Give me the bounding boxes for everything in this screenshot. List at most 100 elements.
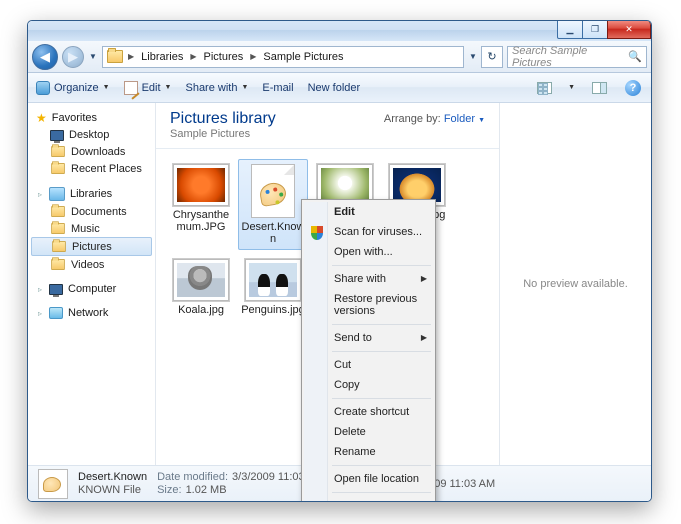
- ctx-share-with[interactable]: Share with▶: [304, 269, 433, 289]
- sidebar-item-pictures[interactable]: Pictures: [31, 237, 152, 256]
- organize-icon: [36, 81, 50, 95]
- star-icon: ★: [36, 111, 47, 125]
- file-thumbnail: [251, 164, 295, 218]
- search-input[interactable]: Search Sample Pictures 🔍: [507, 46, 647, 68]
- expand-icon[interactable]: ▹: [36, 190, 44, 199]
- folder-icon: [51, 223, 65, 234]
- expand-icon[interactable]: ▹: [36, 309, 44, 318]
- computer-group[interactable]: ▹Computer: [28, 281, 155, 297]
- search-placeholder: Search Sample Pictures: [512, 45, 628, 69]
- ctx-scan[interactable]: Scan for viruses...: [304, 222, 433, 242]
- address-dropdown[interactable]: ▼: [468, 52, 478, 61]
- file-thumbnail: [173, 259, 229, 301]
- sidebar-item-recent[interactable]: Recent Places: [28, 160, 155, 177]
- file-thumbnail: [245, 259, 301, 301]
- share-label: Share with: [185, 82, 237, 94]
- ctx-label: Send to: [334, 332, 372, 344]
- new-folder-button[interactable]: New folder: [308, 82, 361, 94]
- organize-menu[interactable]: Organize ▼: [36, 81, 110, 95]
- libraries-group[interactable]: ▹ Libraries: [28, 185, 155, 203]
- refresh-button[interactable]: ↻: [481, 46, 503, 68]
- file-thumbnail: [173, 164, 229, 206]
- sidebar-item-desktop[interactable]: Desktop: [28, 127, 155, 143]
- chevron-down-icon[interactable]: ▼: [568, 84, 575, 91]
- sidebar-item-music[interactable]: Music: [28, 220, 155, 237]
- libraries-label: Libraries: [70, 188, 112, 200]
- ctx-edit[interactable]: Edit: [304, 202, 433, 222]
- folder-icon: [107, 50, 123, 63]
- folder-icon: [51, 206, 65, 217]
- expand-icon[interactable]: ▹: [36, 285, 44, 294]
- nav-bar: ◀ ▶ ▼ ▶ Libraries ▶ Pictures ▶ Sample Pi…: [28, 41, 651, 73]
- email-button[interactable]: E-mail: [262, 82, 293, 94]
- sidebar-item-downloads[interactable]: Downloads: [28, 143, 155, 160]
- file-item[interactable]: Koala.jpg: [166, 254, 236, 321]
- sidebar-item-label: Videos: [71, 259, 104, 271]
- organize-label: Organize: [54, 82, 99, 94]
- preview-pane-icon: [592, 82, 607, 94]
- file-name: Penguins.jpg: [241, 304, 305, 316]
- network-group[interactable]: ▹Network: [28, 305, 155, 321]
- submenu-arrow-icon: ▶: [421, 274, 427, 283]
- details-filename: Desert.Known: [78, 471, 147, 483]
- chevron-down-icon: ▼: [103, 84, 110, 91]
- shield-icon: [311, 226, 323, 240]
- nav-back-button[interactable]: ◀: [32, 44, 58, 70]
- ctx-separator: [332, 351, 431, 352]
- arrange-by-control[interactable]: Arrange by: Folder ▼: [384, 113, 485, 125]
- close-button[interactable]: ✕: [607, 21, 651, 39]
- crumb-sep-icon[interactable]: ▶: [126, 52, 136, 61]
- nav-history-dropdown[interactable]: ▼: [88, 52, 98, 61]
- context-menu[interactable]: Edit Scan for viruses... Open with... Sh…: [301, 199, 436, 502]
- help-icon: ?: [625, 80, 641, 96]
- arrange-label: Arrange by:: [384, 113, 441, 125]
- sidebar-item-label: Desktop: [69, 129, 109, 141]
- help-button[interactable]: ?: [623, 78, 643, 98]
- favorites-group[interactable]: ★ Favorites: [28, 109, 155, 127]
- details-size-label: Size:: [157, 484, 181, 496]
- sidebar-item-documents[interactable]: Documents: [28, 203, 155, 220]
- explorer-window: ▁ ❐ ✕ ◀ ▶ ▼ ▶ Libraries ▶ Pictures ▶ Sam…: [27, 20, 652, 502]
- favorites-label: Favorites: [52, 112, 97, 124]
- share-menu[interactable]: Share with ▼: [185, 82, 248, 94]
- chevron-down-icon: ▼: [241, 84, 248, 91]
- ctx-send-to[interactable]: Send to ▶: [304, 328, 433, 348]
- titlebar[interactable]: ▁ ❐ ✕: [28, 21, 651, 41]
- search-icon[interactable]: 🔍: [628, 50, 642, 63]
- ctx-separator: [332, 492, 431, 493]
- crumb-sep-icon[interactable]: ▶: [248, 52, 258, 61]
- sidebar-item-videos[interactable]: Videos: [28, 256, 155, 273]
- ctx-separator: [332, 324, 431, 325]
- minimize-button[interactable]: ▁: [557, 21, 583, 39]
- breadcrumb[interactable]: Pictures: [202, 51, 246, 63]
- ctx-restore[interactable]: Restore previous versions: [304, 289, 433, 321]
- file-item[interactable]: Desert.Known: [238, 159, 308, 250]
- ctx-open-with[interactable]: Open with...: [304, 242, 433, 262]
- folder-icon: [51, 146, 65, 157]
- address-bar[interactable]: ▶ Libraries ▶ Pictures ▶ Sample Pictures: [102, 46, 464, 68]
- file-name: Chrysanthemum.JPG: [169, 209, 233, 233]
- crumb-sep-icon[interactable]: ▶: [188, 52, 198, 61]
- file-name: Koala.jpg: [169, 304, 233, 316]
- ctx-create-shortcut[interactable]: Create shortcut: [304, 402, 433, 422]
- submenu-arrow-icon: ▶: [421, 333, 427, 342]
- preview-pane-button[interactable]: [589, 78, 609, 98]
- ctx-properties[interactable]: Properties: [304, 496, 433, 502]
- maximize-button[interactable]: ❐: [582, 21, 608, 39]
- ctx-open-location[interactable]: Open file location: [304, 469, 433, 489]
- ctx-copy[interactable]: Copy: [304, 375, 433, 395]
- edit-button[interactable]: Edit ▼: [124, 81, 172, 95]
- ctx-cut[interactable]: Cut: [304, 355, 433, 375]
- nav-forward-button[interactable]: ▶: [62, 46, 84, 68]
- sidebar-item-label: Documents: [71, 206, 127, 218]
- file-item[interactable]: Chrysanthemum.JPG: [166, 159, 236, 250]
- breadcrumb[interactable]: Sample Pictures: [261, 51, 345, 63]
- ctx-rename[interactable]: Rename: [304, 442, 433, 462]
- breadcrumb[interactable]: Libraries: [139, 51, 185, 63]
- desktop-icon: [50, 130, 64, 141]
- view-options-button[interactable]: [534, 78, 554, 98]
- file-item[interactable]: Penguins.jpg: [238, 254, 308, 321]
- ctx-delete[interactable]: Delete: [304, 422, 433, 442]
- ctx-label: Scan for viruses...: [334, 226, 422, 238]
- folder-icon: [51, 163, 65, 174]
